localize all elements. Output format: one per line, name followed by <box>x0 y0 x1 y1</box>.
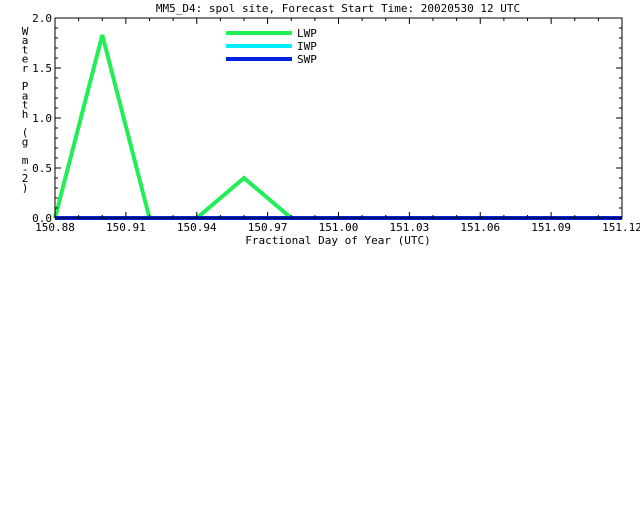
series-group <box>53 34 622 220</box>
x-tick-label: 151.12 <box>602 221 640 234</box>
x-tick-label: 150.94 <box>177 221 217 234</box>
y-tick-label: 1.0 <box>32 112 52 125</box>
legend-label-lwp: LWP <box>297 27 317 40</box>
x-tick-label: 150.91 <box>106 221 146 234</box>
x-tick-label: 150.97 <box>248 221 288 234</box>
series-line-lwp <box>53 34 622 220</box>
y-label-char: h <box>22 108 29 121</box>
legend: LWPIWPSWP <box>226 27 317 66</box>
x-tick-label: 151.03 <box>390 221 430 234</box>
y-label-char: ) <box>22 181 29 194</box>
x-tick-label: 151.00 <box>319 221 359 234</box>
y-label-char: r <box>22 62 29 75</box>
y-tick-label: 0.5 <box>32 162 52 175</box>
chart-title: MM5_D4: spol site, Forecast Start Time: … <box>156 2 520 15</box>
legend-label-iwp: IWP <box>297 40 317 53</box>
x-axis-label: Fractional Day of Year (UTC) <box>245 234 430 247</box>
y-tick-label: 1.5 <box>32 62 52 75</box>
y-tick-label: 2.0 <box>32 12 52 25</box>
x-tick-label: 150.88 <box>35 221 75 234</box>
water-path-chart: MM5_D4: spol site, Forecast Start Time: … <box>22 2 640 247</box>
y-label-char: g <box>22 135 29 148</box>
legend-label-swp: SWP <box>297 53 317 66</box>
x-tick-label: 151.06 <box>460 221 500 234</box>
y-axis-label: Water Path (g m-2) <box>22 25 29 194</box>
x-tick-label: 151.09 <box>531 221 571 234</box>
